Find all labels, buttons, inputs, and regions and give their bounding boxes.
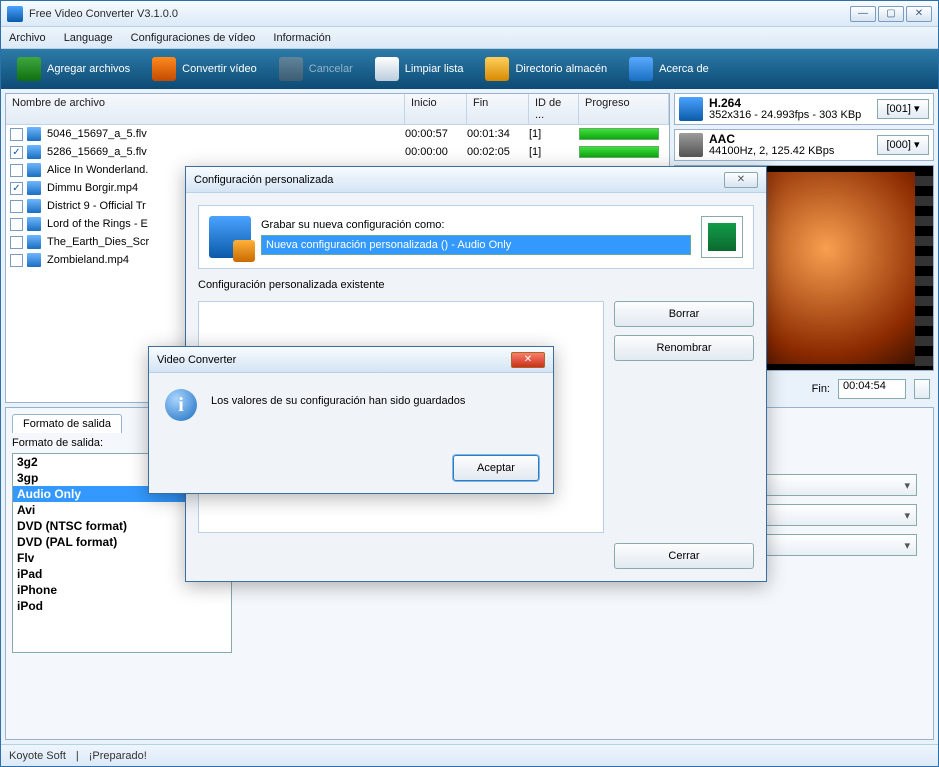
clean-list-button[interactable]: Limpiar lista [365, 53, 474, 85]
dialog-titlebar: Configuración personalizada ✕ [186, 167, 766, 193]
vendor-label: Koyote Soft [9, 750, 66, 762]
message-title: Video Converter [157, 354, 511, 366]
header-name[interactable]: Nombre de archivo [6, 94, 405, 124]
progress-bar [579, 146, 659, 158]
format-option[interactable]: iPhone [13, 582, 231, 598]
minimize-button[interactable]: — [850, 6, 876, 22]
convert-icon [152, 57, 176, 81]
folder-icon [485, 57, 509, 81]
file-icon [27, 217, 41, 231]
rename-config-button[interactable]: Renombrar [614, 335, 754, 361]
progress-bar [579, 128, 659, 140]
file-icon [27, 145, 41, 159]
stream-id: [1] [529, 146, 579, 158]
audio-icon [679, 133, 703, 157]
file-name: 5046_15697_a_5.flv [45, 128, 405, 140]
video-stream-select[interactable]: [001] ▾ [877, 99, 929, 119]
header-id[interactable]: ID de ... [529, 94, 579, 124]
titlebar: Free Video Converter V3.1.0.0 — ▢ ✕ [1, 1, 938, 27]
file-icon [27, 235, 41, 249]
output-dir-button[interactable]: Directorio almacén [475, 53, 617, 85]
dialog-close-button[interactable]: ✕ [724, 172, 758, 188]
accept-button[interactable]: Aceptar [453, 455, 539, 481]
menubar: Archivo Language Configuraciones de víde… [1, 27, 938, 49]
clean-icon [375, 57, 399, 81]
save-config-button[interactable] [701, 216, 743, 258]
row-checkbox[interactable]: ✓ [10, 146, 23, 159]
row-checkbox[interactable] [10, 128, 23, 141]
table-header: Nombre de archivo Inicio Fin ID de ... P… [6, 94, 669, 125]
stream-id: [1] [529, 128, 579, 140]
header-start[interactable]: Inicio [405, 94, 467, 124]
end-time-field[interactable]: 00:04:54 [838, 379, 906, 399]
video-codec-detail: 352x316 - 24.993fps - 303 KBp [709, 109, 861, 121]
info-icon: i [165, 389, 197, 421]
menu-info[interactable]: Información [273, 32, 330, 44]
add-icon [17, 57, 41, 81]
end-time-label: Fin: [812, 383, 830, 395]
format-tab[interactable]: Formato de salida [12, 414, 122, 433]
close-button[interactable]: ✕ [906, 6, 932, 22]
table-row[interactable]: 5046_15697_a_5.flv00:00:5700:01:34[1] [6, 125, 669, 143]
cancel-button: Cancelar [269, 53, 363, 85]
row-checkbox[interactable] [10, 236, 23, 249]
delete-config-button[interactable]: Borrar [614, 301, 754, 327]
add-files-button[interactable]: Agregar archivos [7, 53, 140, 85]
save-config-box: Grabar su nueva configuración como: [198, 205, 754, 269]
start-time: 00:00:00 [405, 146, 467, 158]
message-titlebar: Video Converter ✕ [149, 347, 553, 373]
toolbar: Agregar archivos Convertir vídeo Cancela… [1, 49, 938, 89]
row-checkbox[interactable]: ✓ [10, 182, 23, 195]
row-checkbox[interactable] [10, 200, 23, 213]
convert-button[interactable]: Convertir vídeo [142, 53, 267, 85]
audio-codec-panel: AAC44100Hz, 2, 125.42 KBps [000] ▾ [674, 129, 934, 161]
status-bar: Koyote Soft | ¡Preparado! [1, 744, 938, 766]
app-icon [7, 6, 23, 22]
message-text: Los valores de su configuración han sido… [211, 389, 465, 407]
existing-config-label: Configuración personalizada existente [198, 279, 754, 291]
close-dialog-button[interactable]: Cerrar [614, 543, 754, 569]
floppy-icon [708, 223, 736, 251]
config-icon [209, 216, 251, 258]
message-close-button[interactable]: ✕ [511, 352, 545, 368]
maximize-button[interactable]: ▢ [878, 6, 904, 22]
header-end[interactable]: Fin [467, 94, 529, 124]
file-icon [27, 199, 41, 213]
video-codec-panel: H.264352x316 - 24.993fps - 303 KBp [001]… [674, 93, 934, 125]
menu-config[interactable]: Configuraciones de vídeo [131, 32, 256, 44]
dialog-title: Configuración personalizada [194, 174, 724, 186]
file-icon [27, 163, 41, 177]
file-icon [27, 127, 41, 141]
row-checkbox[interactable] [10, 254, 23, 267]
menu-language[interactable]: Language [64, 32, 113, 44]
audio-codec-detail: 44100Hz, 2, 125.42 KBps [709, 145, 834, 157]
table-row[interactable]: ✓ 5286_15669_a_5.flv00:00:0000:02:05[1] [6, 143, 669, 161]
message-dialog: Video Converter ✕ i Los valores de su co… [148, 346, 554, 494]
end-time: 00:02:05 [467, 146, 529, 158]
about-button[interactable]: Acerca de [619, 53, 719, 85]
end-time-spinner[interactable] [914, 379, 930, 399]
menu-archivo[interactable]: Archivo [9, 32, 46, 44]
start-time: 00:00:57 [405, 128, 467, 140]
video-codec-name: H.264 [709, 97, 871, 109]
help-icon [629, 57, 653, 81]
audio-codec-name: AAC [709, 133, 871, 145]
progress-cell [579, 146, 669, 158]
end-time: 00:01:34 [467, 128, 529, 140]
progress-cell [579, 128, 669, 140]
format-option[interactable]: iPod [13, 598, 231, 614]
window-title: Free Video Converter V3.1.0.0 [29, 8, 848, 20]
row-checkbox[interactable] [10, 218, 23, 231]
file-icon [27, 253, 41, 267]
config-name-input[interactable] [261, 235, 691, 255]
audio-stream-select[interactable]: [000] ▾ [877, 135, 929, 155]
header-progress[interactable]: Progreso [579, 94, 669, 124]
status-text: ¡Preparado! [89, 750, 147, 762]
file-icon [27, 181, 41, 195]
file-name: 5286_15669_a_5.flv [45, 146, 405, 158]
save-as-label: Grabar su nueva configuración como: [261, 219, 691, 231]
cancel-icon [279, 57, 303, 81]
row-checkbox[interactable] [10, 164, 23, 177]
video-icon [679, 97, 703, 121]
